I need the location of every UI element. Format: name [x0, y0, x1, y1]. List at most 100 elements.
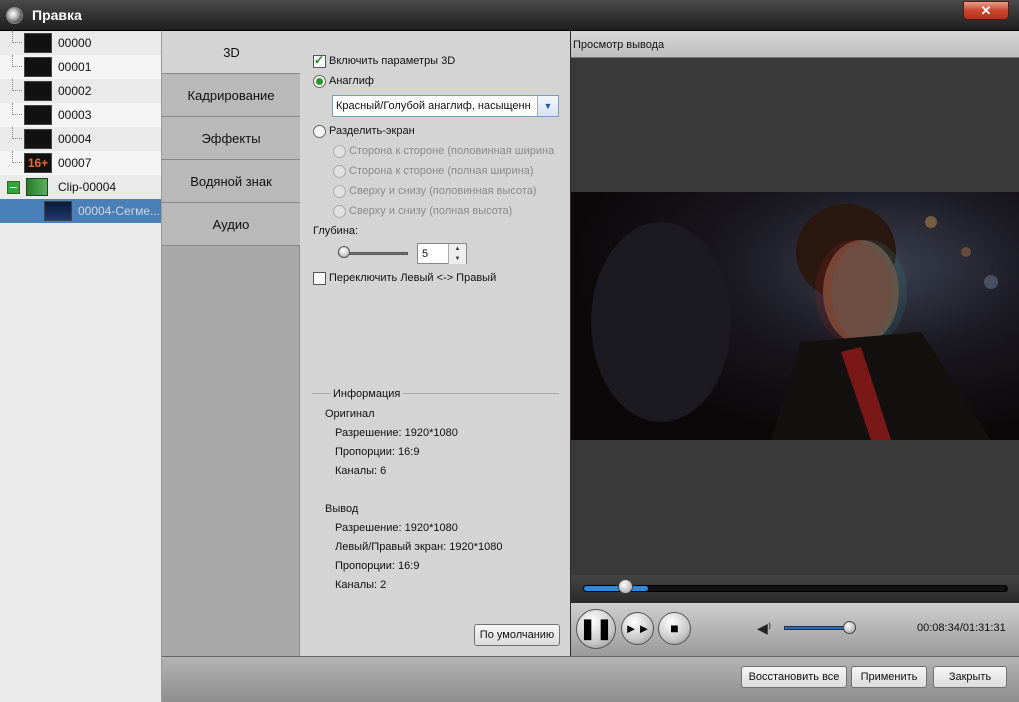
title-bar: Правка ✕ — [0, 0, 1019, 31]
clip-thumbnail: 16+ — [24, 153, 52, 173]
original-info-line: Разрешение: 1920*1080 — [335, 427, 458, 439]
tree-item-label: 00002 — [58, 84, 92, 98]
tree-item[interactable]: 16+ 00007 — [0, 151, 161, 175]
output-info-line: Пропорции: 16:9 — [335, 560, 420, 572]
depth-slider-handle[interactable] — [338, 246, 350, 258]
tab-crop[interactable]: Кадрирование — [162, 74, 300, 117]
bottom-bar: Восстановить все Применить Закрыть — [162, 656, 1019, 702]
anaglyph-type-select[interactable]: Красный/Голубой анаглиф, насыщенн ▼ — [332, 95, 559, 117]
depth-label: Глубина: — [313, 225, 359, 237]
clip-thumbnail — [24, 33, 52, 53]
clip-thumbnail — [24, 57, 52, 77]
tree-item-label: 00007 — [58, 156, 92, 170]
split-option-radio[interactable] — [333, 145, 346, 158]
app-logo-icon — [6, 7, 23, 24]
swap-lr-label: Переключить Левый <-> Правый — [329, 272, 497, 284]
tree-item-label: 00001 — [58, 60, 92, 74]
split-option-label: Сверху и снизу (половинная высота) — [349, 185, 537, 197]
film-clip-icon — [26, 178, 48, 196]
anaglyph-frame-image — [571, 192, 1019, 440]
tree-connector — [12, 103, 22, 115]
collapse-toggle-icon[interactable] — [7, 181, 20, 194]
tree-item[interactable]: 00001 — [0, 55, 161, 79]
split-screen-radio[interactable] — [313, 125, 326, 138]
tree-connector — [12, 31, 22, 43]
split-option-radio[interactable] — [333, 165, 346, 178]
tree-clip-group[interactable]: Clip-00004 — [0, 175, 161, 199]
depth-value: 5 — [422, 248, 429, 260]
split-option-label: Сторона к стороне (половинная ширина — [349, 145, 555, 157]
original-info-line: Каналы: 6 — [335, 465, 387, 477]
tree-item-label: 00000 — [58, 36, 92, 50]
seek-handle[interactable] — [618, 579, 633, 594]
volume-icon[interactable]: ◀⁾ — [757, 620, 771, 637]
tree-item[interactable]: 00002 — [0, 79, 161, 103]
tree-item[interactable]: 00003 — [0, 103, 161, 127]
split-option-label: Сторона к стороне (полная ширина) — [349, 165, 534, 177]
preview-header: Просмотр вывода — [571, 31, 1019, 58]
tree-item-label: 00003 — [58, 108, 92, 122]
stop-icon[interactable]: ■ — [658, 612, 691, 645]
enable-3d-checkbox[interactable] — [313, 53, 326, 68]
tab-audio[interactable]: Аудио — [162, 203, 300, 246]
playback-controls: ❚❚ ►► ■ ◀⁾ 00:08:34/01:31:31 — [571, 603, 1019, 656]
window-close-button[interactable]: ✕ — [963, 1, 1009, 20]
settings-panel: Включить параметры 3D Анаглиф Красный/Го… — [300, 31, 570, 656]
apply-button[interactable]: Применить — [851, 666, 927, 688]
edit-tabs: 3D Кадрирование Эффекты Водяной знак Ауд… — [162, 31, 301, 656]
video-preview — [571, 192, 1019, 440]
segment-thumbnail — [44, 201, 72, 221]
tree-connector — [12, 79, 22, 91]
clip-tree: 00000 00001 00002 00003 00004 16+ 00007 C… — [0, 31, 162, 702]
info-legend: Информация — [330, 388, 404, 400]
split-option-radio[interactable] — [333, 205, 346, 218]
original-info-line: Пропорции: 16:9 — [335, 446, 420, 458]
volume-slider-handle[interactable] — [843, 621, 856, 634]
seek-bar — [571, 575, 1019, 603]
clip-thumbnail — [24, 81, 52, 101]
clip-thumbnail — [24, 105, 52, 125]
tab-effects[interactable]: Эффекты — [162, 117, 300, 160]
original-heading: Оригинал — [325, 408, 375, 420]
window-title: Правка — [32, 7, 82, 23]
restore-all-button[interactable]: Восстановить все — [741, 666, 847, 688]
swap-lr-checkbox[interactable] — [313, 272, 326, 285]
pause-icon[interactable]: ❚❚ — [576, 609, 616, 649]
default-button[interactable]: По умолчанию — [474, 624, 560, 646]
close-button[interactable]: Закрыть — [933, 666, 1007, 688]
output-info-line: Разрешение: 1920*1080 — [335, 522, 458, 534]
fast-forward-icon[interactable]: ►► — [621, 612, 654, 645]
spin-up-icon[interactable]: ▲ — [448, 244, 466, 254]
volume-slider-track[interactable] — [784, 626, 852, 630]
playback-time: 00:08:34/01:31:31 — [917, 622, 1006, 634]
tree-connector — [12, 151, 22, 163]
split-screen-label: Разделить-экран — [329, 125, 415, 137]
tab-watermark[interactable]: Водяной знак — [162, 160, 300, 203]
anaglyph-radio[interactable] — [313, 75, 326, 88]
output-info-line: Каналы: 2 — [335, 579, 387, 591]
dropdown-arrow-icon[interactable]: ▼ — [537, 96, 558, 116]
clip-thumbnail — [24, 129, 52, 149]
tree-segment-item[interactable]: 00004-Сегме... — [0, 199, 161, 223]
enable-3d-label: Включить параметры 3D — [329, 55, 456, 67]
anaglyph-label: Анаглиф — [329, 75, 374, 87]
split-option-radio[interactable] — [333, 185, 346, 198]
tree-connector — [12, 127, 22, 139]
split-option-label: Сверху и снизу (полная высота) — [349, 205, 513, 217]
tab-3d[interactable]: 3D — [162, 31, 301, 74]
tree-segment-label: 00004-Сегме... — [78, 204, 161, 218]
tree-item[interactable]: 00004 — [0, 127, 161, 151]
anaglyph-type-value: Красный/Голубой анаглиф, насыщенн — [336, 100, 531, 112]
seek-track[interactable] — [583, 585, 1008, 592]
depth-spinbox[interactable]: 5 ▲ ▼ — [417, 243, 467, 264]
output-heading: Вывод — [325, 503, 359, 515]
preview-panel: Просмотр вывода ❚❚ ►► ■ ◀⁾ 00:08:34/01:3… — [571, 31, 1019, 656]
tree-connector — [12, 55, 22, 67]
output-info-line: Левый/Правый экран: 1920*1080 — [335, 541, 503, 553]
tree-item[interactable]: 00000 — [0, 31, 161, 55]
spin-down-icon[interactable]: ▼ — [448, 254, 466, 264]
tree-item-label: 00004 — [58, 132, 92, 146]
preview-title: Просмотр вывода — [573, 39, 665, 51]
seek-progress — [584, 586, 648, 591]
tree-clip-label: Clip-00004 — [58, 180, 117, 194]
